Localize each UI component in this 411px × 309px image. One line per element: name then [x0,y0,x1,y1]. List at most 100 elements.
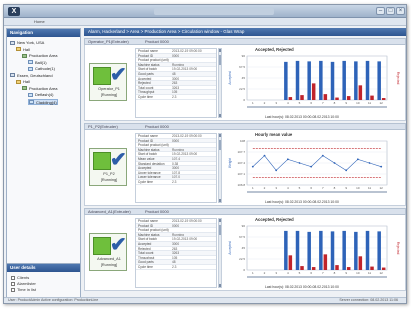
bar-accepted [284,230,288,270]
bar-accepted [342,230,346,270]
scroll-thumb[interactable] [219,225,221,235]
property-value: 107.8 [172,170,180,175]
x-tick-label: 11 [368,186,371,190]
tree-item[interactable]: Essen, Deutschland [10,73,53,79]
series-point [251,165,254,168]
x-tick-label: 5 [299,186,301,190]
bar-accepted [307,61,311,100]
properties-table[interactable]: Product name 2013-02-19 09:00:00 Product I… [135,48,217,118]
folder-icon [16,47,21,52]
tree-item[interactable]: Production Area [22,86,57,92]
x-tick-label: 1 [252,186,254,190]
property-row: Cycle time 2.3 [136,180,216,185]
tree-item[interactable]: Hall [16,47,30,53]
property-value: 2.3 [172,94,177,99]
property-key: Rejected [138,81,151,86]
x-tick-label: 4 [287,186,289,190]
properties-table[interactable]: Product name 2013-02-19 09:00:00 Product I… [135,133,217,203]
x-tick-label: 10 [356,271,360,275]
clock-icon [11,287,15,292]
x-tick-label: 10 [356,101,360,105]
y-axis-label-right: Rejected [396,72,400,85]
y-axis-label: Weight [228,158,232,168]
property-value: 48 [172,260,176,265]
property-key: Product name [138,49,158,53]
property-value: Running [172,62,184,67]
property-key: Start of batch [138,237,157,242]
status-connection: Server connection: 08.02.2013 11:06 [339,298,398,302]
property-key: Good parts [138,71,154,76]
scroll-up-icon[interactable] [219,219,221,222]
site-icon [10,40,15,45]
tree-item-label: Hall [23,46,30,52]
app-logo-icon[interactable]: X [8,7,20,16]
close-icon[interactable]: × [396,7,405,15]
tree-item[interactable]: Production Area [22,53,57,59]
scroll-down-icon[interactable] [219,284,221,287]
scroll-up-icon[interactable] [219,49,221,52]
y-tick-label: 22.5 [239,257,245,261]
scroll-down-icon[interactable] [219,114,221,117]
bar-accepted [342,60,346,100]
maximize-icon[interactable]: □ [386,7,395,15]
properties-scrollbar[interactable] [218,133,222,203]
tree-item[interactable]: Hall [16,79,30,85]
tree-item[interactable]: New York, USA [10,40,44,46]
application-window: X – □ × Home Navigation New York, USA Hal… [3,4,407,304]
user-details-item-alarmlister[interactable]: Alarmlister [11,281,36,286]
series-point [263,154,266,157]
properties-table[interactable]: Product name 2013-02-19 09:00:00 Product I… [135,218,217,288]
scroll-thumb[interactable] [219,55,221,65]
tree-item-label: Cladding(4) [36,99,57,105]
bar-accepted [330,231,335,270]
property-value: 2013-02-19 09:00:00 [172,49,202,53]
machine-status-tile[interactable]: ✔ Advanced_A1 [Running] [89,233,127,271]
x-tick-label: 3 [275,186,277,190]
y-tick-label: 107.1 [237,172,245,176]
status-state-label: [Running] [100,93,118,97]
x-tick-label: 8 [334,186,336,190]
user-details-item-time[interactable]: Time in list [11,287,36,292]
property-value: 3000 [172,166,180,171]
bar-rejected [358,256,363,270]
menu-bar: Home [4,18,406,26]
series-point [333,162,336,164]
cell-icon [28,60,33,65]
status-state-label: [Running] [100,263,118,267]
menu-item-home[interactable]: Home [34,19,45,24]
minimize-icon[interactable]: – [376,7,385,15]
machine-status-tile[interactable]: ✔ Operator_P1 [Running] [89,63,127,101]
user-details-title: User details [7,264,80,272]
property-value: 105 [172,90,178,95]
site-icon [10,73,15,78]
properties-scrollbar[interactable] [218,218,222,288]
x-tick-label: 2 [264,101,266,105]
property-value: 0000 [172,223,180,228]
tree-item[interactable]: Cathode(1) [28,66,55,72]
property-value: 0000 [172,138,180,143]
bar-accepted [365,60,370,100]
user-details-item-clients[interactable]: Clients [11,275,29,280]
tree-item[interactable]: Ball(1) [28,60,47,66]
bar-accepted [319,230,323,270]
scroll-up-icon[interactable] [219,134,221,137]
bar-rejected [335,265,339,270]
bar-rejected [346,96,351,100]
x-tick-label: 6 [310,186,312,190]
property-key: Mean value [138,156,155,161]
tree-item[interactable]: Cladding(4) [28,98,58,105]
properties-scrollbar[interactable] [218,48,222,118]
property-value: 0.38 [172,161,179,166]
machine-panel-2: ✔ P1_P2 [Running] Product name 2013-02-19… [84,130,406,206]
series-point [356,158,359,161]
tree-item[interactable]: Deflash(4) [28,92,53,98]
alarm-icon [11,281,15,286]
scroll-down-icon[interactable] [219,199,221,202]
section-header-3: Advanced_A1(Extruder) Product 0000 [84,208,406,215]
property-key: Cycle time [138,179,153,184]
scroll-thumb[interactable] [219,140,221,150]
x-tick-label: 1 [252,101,254,105]
property-key: Lower tolerance [138,175,161,180]
series-point [380,165,383,168]
machine-status-tile[interactable]: ✔ P1_P2 [Running] [89,148,127,186]
